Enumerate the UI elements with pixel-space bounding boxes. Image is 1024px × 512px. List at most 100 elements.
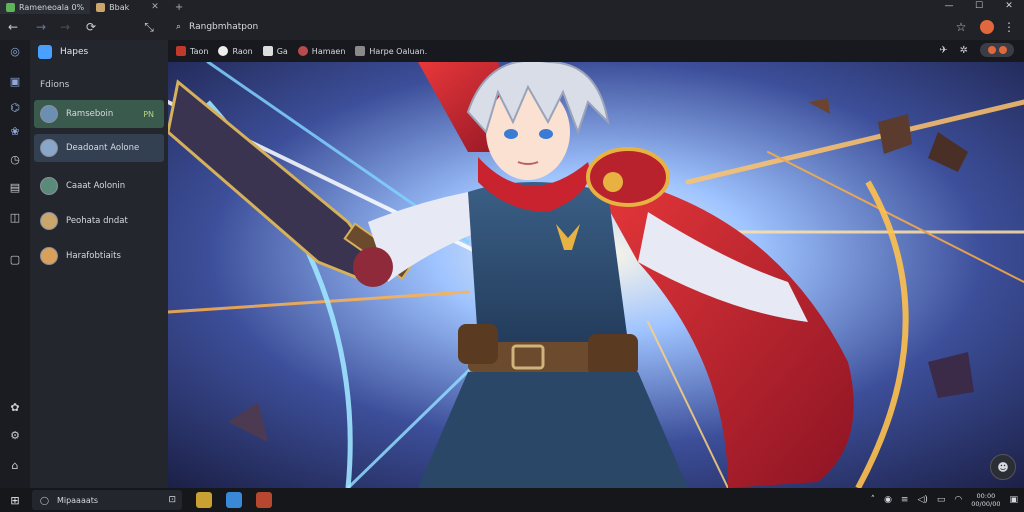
extension-icon — [987, 46, 996, 54]
bookmark-icon — [297, 46, 308, 56]
avatar — [40, 105, 58, 123]
tab-label: Bbak — [109, 2, 130, 12]
tab-label: Rameneoala 0% — [19, 2, 85, 12]
chevron-up-icon[interactable]: ˄ — [871, 495, 876, 505]
chat-icon: ◯ — [40, 495, 49, 505]
bookmark-label: Ga — [276, 46, 288, 56]
sidebar-rail: ◎ ▣ ⌬ ❀ ◷ ▤ ◫ ▢ ✿ ⚙ ⌂ — [0, 40, 30, 488]
sidebar-item-caaat[interactable]: Caaat Aolonin — [34, 172, 164, 200]
avatar — [40, 212, 58, 230]
panel-header: Hapes — [38, 44, 88, 60]
tab-rameneoala[interactable]: Rameneoala 0% — [0, 0, 91, 14]
bookmark-label: Taon — [190, 46, 209, 56]
app-icon[interactable] — [256, 492, 272, 508]
bookmark-icon — [355, 46, 366, 56]
bookmark-raon[interactable]: Raon — [218, 46, 253, 56]
minimize-button[interactable]: — — [934, 0, 964, 14]
forward-button[interactable]: → — [32, 18, 50, 36]
wifi-icon[interactable]: ◠ — [954, 495, 962, 505]
status-badge: PN — [143, 109, 154, 119]
bookmark-label: Raon — [232, 46, 253, 56]
maximize-button[interactable]: ☐ — [964, 0, 994, 14]
clock[interactable]: 00:00 00/00/00 — [971, 492, 1000, 508]
gift-icon[interactable]: ✿ — [7, 400, 23, 416]
favorite-star-icon[interactable]: ☆ — [952, 18, 970, 36]
taskbar-search-input[interactable]: Mipaaaats — [57, 496, 98, 505]
address-input[interactable]: Rangbmhatpon — [189, 22, 258, 32]
bookmarks-bar: Taon Raon Ga Hamaen Harpe Oaluan. ✈ ✲ — [168, 40, 1024, 62]
panel-section-title: Fdions — [40, 80, 70, 90]
taskbar-search[interactable]: ◯ Mipaaaats ⊡ — [32, 490, 182, 510]
notification-icon[interactable]: ▣ — [1009, 495, 1018, 505]
battery-icon[interactable]: ▭ — [937, 495, 946, 505]
image-search-icon[interactable]: ⊡ — [168, 495, 176, 505]
volume-icon[interactable]: ◁) — [917, 495, 927, 505]
home-icon[interactable]: ⌂ — [7, 458, 23, 474]
navigation-bar: ← → → ⟳ ⤡ ⌕ Rangbmhatpon ☆ ⋮ — [0, 14, 1024, 40]
bookmark-bar-actions: ✈ ✲ — [939, 43, 1014, 57]
new-tab-icon[interactable]: + — [175, 2, 183, 13]
search-icon: ⌕ — [176, 22, 182, 32]
bag-icon[interactable]: ◫ — [7, 210, 23, 226]
page-icon — [96, 2, 106, 12]
start-icon[interactable]: ⊞ — [0, 494, 30, 507]
settings-gear-icon[interactable]: ⚙ — [7, 428, 23, 444]
close-button[interactable]: ✕ — [994, 0, 1024, 14]
minecraft-icon — [6, 2, 15, 12]
document-icon[interactable]: ▤ — [7, 180, 23, 196]
avatar — [40, 177, 58, 195]
clock-date: 00/00/00 — [971, 500, 1001, 508]
profile-avatar[interactable] — [980, 20, 994, 34]
bookmark-taon[interactable]: Taon — [176, 46, 208, 56]
address-bar[interactable]: ⌕ Rangbmhatpon — [168, 17, 968, 37]
bookmark-label: Hamaen — [311, 46, 346, 56]
sidebar-item-label: Harafobtiaits — [66, 251, 121, 261]
extensions-icon[interactable]: ✲ — [960, 45, 968, 56]
sidebar-item-label: Caaat Aolonin — [66, 181, 126, 191]
sidebar-item-label: Peohata dndat — [66, 216, 128, 226]
compass-icon[interactable]: ◎ — [7, 44, 23, 60]
menu-icon[interactable]: ⋮ — [1000, 18, 1018, 36]
bookmark-icon — [218, 46, 229, 56]
taskbar: ⊞ ◯ Mipaaaats ⊡ ˄ ◉ ≡ ◁) ▭ ◠ 00:00 00/00… — [0, 488, 1024, 512]
apps-icon[interactable]: ❀ — [7, 124, 23, 140]
tab-bar: Rameneoala 0% Bbak ✕ + — ☐ ✕ — [0, 0, 1024, 14]
media-icon[interactable]: ◷ — [7, 152, 23, 168]
sidebar-item-deadoant[interactable]: Deadoant Aolone — [34, 134, 164, 162]
bookmark-icon — [176, 46, 186, 56]
window-controls: — ☐ ✕ — [934, 0, 1024, 14]
panel-icon[interactable]: ▢ — [7, 252, 23, 268]
tab-bbak[interactable]: Bbak ✕ — [90, 0, 165, 14]
panel-app-icon — [38, 45, 52, 59]
forward-disabled-button[interactable]: → — [56, 18, 74, 36]
sidebar-item-label: Deadoant Aolone — [66, 143, 140, 153]
bookmark-hamaen[interactable]: Hamaen — [297, 46, 346, 56]
avatar — [40, 139, 58, 157]
reload-button[interactable]: ⟳ — [82, 18, 100, 36]
bookmark-harpe[interactable]: Harpe Oaluan. — [355, 46, 427, 56]
back-button[interactable]: ← — [4, 18, 22, 36]
bookmark-rail-icon[interactable]: ▣ — [7, 74, 23, 90]
sidebar-item-label: Ramseboin — [66, 109, 114, 119]
content-viewport: ☻ — [168, 62, 1024, 488]
store-icon[interactable] — [226, 492, 242, 508]
close-tab-icon[interactable]: ✕ — [151, 2, 159, 12]
history-icon[interactable]: ⌬ — [7, 100, 23, 116]
expand-icon[interactable]: ⤡ — [140, 18, 158, 36]
system-tray: ˄ ◉ ≡ ◁) ▭ ◠ 00:00 00/00/00 ▣ — [871, 490, 1018, 510]
clock-time: 00:00 — [976, 492, 996, 500]
sidebar-item-peohata[interactable]: Peohata dndat — [34, 207, 164, 235]
extension-pill[interactable] — [980, 43, 1014, 57]
network-icon[interactable]: ◉ — [884, 495, 892, 505]
file-explorer-icon[interactable] — [196, 492, 212, 508]
bookmark-label: Harpe Oaluan. — [369, 46, 428, 56]
sidebar-item-harafobtiaits[interactable]: Harafobtiaits — [34, 242, 164, 270]
menu-lines-icon[interactable]: ≡ — [901, 495, 909, 505]
pin-icon[interactable]: ✈ — [939, 45, 947, 56]
sidebar-item-ramseboin[interactable]: Ramseboin PN — [34, 100, 164, 128]
extension-icon — [998, 46, 1007, 54]
bookmark-ga[interactable]: Ga — [262, 46, 288, 56]
avatar — [40, 247, 58, 265]
assistant-avatar-button[interactable]: ☻ — [990, 454, 1016, 480]
anime-hero-illustration — [168, 62, 1024, 488]
